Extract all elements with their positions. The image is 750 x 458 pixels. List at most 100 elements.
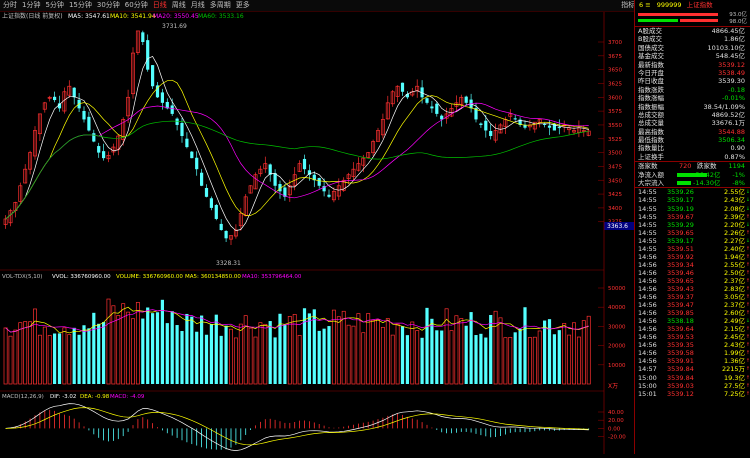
tick-volume: 2.39亿 [724,212,745,221]
chart-area[interactable]: 上证指数(日线 前复权) MA5: 3547.61 MA10: 3541.94 … [0,12,634,454]
tick-arrow-icon: ↑ [745,382,750,389]
volume-bar [160,299,164,384]
stat-label: 指数量比 [638,144,664,153]
tick-price: 3539.17 [667,236,694,245]
volume-bar [151,313,155,384]
candle-body [190,151,194,159]
ma5-label: MA5: 3547.61 [68,13,110,20]
net-in-label: 净流入额 [638,170,664,179]
volume-bar [361,332,366,385]
macd-y-tick-label: 0.00 [608,426,621,432]
stat-label: 总成交量 [638,119,664,128]
tick-time: 14:56 [638,309,657,318]
ratio-bar-red-2 [680,19,718,22]
tick-row: 14:55 3539.65 2.26亿 ↑ [635,229,750,237]
tick-volume: 1.94亿 [724,252,745,261]
side-value: 3363.6 [607,223,628,230]
period-tab[interactable]: 更多 [236,1,250,9]
volume-bar [92,312,96,384]
tick-time: 14:55 [638,236,657,245]
period-tab[interactable]: 5分钟 [45,1,63,9]
tick-time: 15:01 [638,389,657,398]
stat-label: 国债成交 [638,43,664,52]
volume-bar [489,314,493,384]
tick-row: 14:55 3539.29 2.20亿 ↓ [635,221,750,229]
volume-bar [67,334,72,385]
volume-bar [3,327,8,385]
volume-bar [155,312,160,384]
tick-price: 3539.65 [667,276,694,285]
tick-time: 14:56 [638,268,657,277]
volume-bar [97,323,101,384]
tick-time: 14:55 [638,196,657,205]
volume-bar [440,330,444,384]
tick-arrow-icon: ↑ [745,294,750,301]
net-in-row: 净流入额 -56.42亿 -1% [635,171,750,179]
ratio-bar-green [638,19,678,22]
ma10-label: MA10: 3541.94 [110,13,156,20]
tick-row: 14:56 3539.91 1.36亿 ↑ [635,357,750,365]
candle-body [102,151,106,159]
chart-svg[interactable]: 上证指数(日线 前复权) MA5: 3547.61 MA10: 3541.94 … [0,12,634,454]
tick-time: 14:56 [638,252,657,261]
candle-body [195,157,199,170]
tick-row: 15:00 3539.84 19.3亿 ↑ [635,374,750,382]
volume-bar [263,323,268,385]
tick-time: 15:00 [638,373,657,382]
tick-arrow-icon: ↑ [745,310,750,317]
period-tab[interactable]: 多周期 [210,1,231,9]
y-tick-label: 3550 [608,123,622,129]
volume-bar [459,318,464,385]
volume-bar [248,327,253,385]
main-grid: 3700 3675 3650 3625 3600 3575 3550 3525 3500 3475… [598,40,622,226]
tick-volume: 2.49亿 [724,317,745,326]
tick-list[interactable]: 14:55 3539.26 2.55亿 ↓ 14:55 3539.17 2.43亿 ↓ 14:5… [635,188,750,397]
candle-body [146,40,150,70]
tick-arrow-icon: ↑ [745,269,750,276]
period-tab[interactable]: 分时 [3,1,17,9]
tick-volume: 1.36亿 [724,357,745,366]
period-tab[interactable]: 60分钟 [125,1,148,9]
candle-body [425,98,429,103]
period-tab[interactable]: 30分钟 [97,1,120,9]
stat-row: 指数振幅 38.54/1.09% [635,103,750,111]
volume-bar [8,335,13,385]
tick-volume: 2.50亿 [724,268,745,277]
tick-volume: 2.20亿 [724,220,745,229]
period-tab[interactable]: 月线 [191,1,205,9]
candle-body [175,118,179,125]
tick-price: 3539.92 [667,252,694,261]
period-tabs: 分时 1分钟 5分钟 15分钟 30分钟 60分钟 日线 周线 月线 多周期 更多 [3,0,255,11]
vol-unit: X万 [608,383,618,390]
period-tab[interactable]: 1分钟 [22,1,40,9]
volume-bar [37,334,42,385]
stat-value: -0.01% [722,94,745,103]
macd-line [5,407,589,446]
volume-bar [562,323,567,385]
volume-bar [518,328,522,384]
period-tab[interactable]: 日线 [153,1,167,9]
tick-arrow-icon: ↑ [745,285,750,292]
y-tick-label: 3700 [608,40,622,46]
stat-value: 3538.49 [718,68,745,77]
stat-row: 最新指数 3539.12 [635,61,750,69]
vol-ma5: MA5: 360134850.00 [185,274,241,280]
tick-price: 3539.43 [667,284,694,293]
tick-volume: 2.27亿 [724,236,745,245]
tick-arrow-icon: ↑ [745,334,750,341]
tick-time: 14:57 [638,365,657,374]
stat-row: 基金成交 548.45亿 [635,52,750,60]
volume-bar [479,333,483,384]
volume-bar [464,325,468,384]
volume-bar [527,337,532,385]
stat-label: 指数振幅 [638,102,664,111]
period-tab[interactable]: 15分钟 [69,1,92,9]
net-in-pct: -1% [732,170,745,179]
tick-arrow-icon: ↑ [745,261,750,268]
volume-bar [400,326,405,384]
period-tab[interactable]: 周线 [172,1,186,9]
candle-body [430,106,434,109]
volume-bar [268,321,272,384]
breadth-row: 涨家数 720 跌家数 1194 [635,162,750,170]
tick-row: 15:00 3539.03 27.5亿 ↑ [635,382,750,390]
